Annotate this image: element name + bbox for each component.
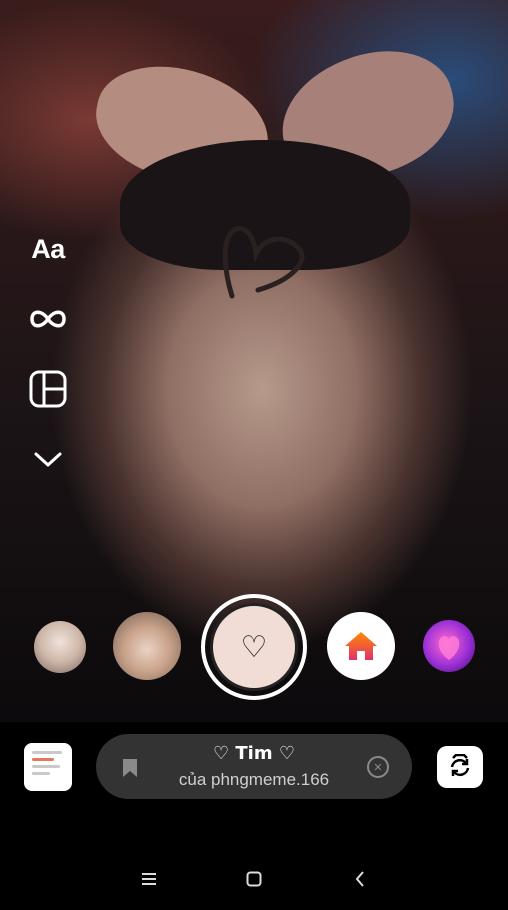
effect-info-pill[interactable]: ♡ Tim ♡ của phngmeme.166 ✕ — [96, 734, 412, 799]
close-icon: ✕ — [373, 760, 383, 774]
clear-effect-button[interactable]: ✕ — [367, 756, 389, 778]
recents-button[interactable] — [134, 864, 164, 894]
boomerang-button[interactable] — [27, 298, 69, 340]
selected-effect-preview: ♡ — [210, 603, 298, 691]
home-nav-button[interactable] — [239, 864, 269, 894]
text-tool-label: Aa — [31, 233, 65, 264]
thumb-line — [32, 758, 54, 761]
creation-tools: Aa — [27, 228, 69, 508]
effect-thumbnail[interactable] — [113, 612, 181, 680]
effects-carousel: ♡ — [0, 592, 508, 700]
thumb-line — [32, 772, 50, 775]
effect-thumbnail[interactable] — [34, 621, 86, 673]
thumb-line — [32, 765, 60, 768]
heart-icon: ♡ — [240, 629, 268, 665]
layout-button[interactable] — [27, 368, 69, 410]
capture-button[interactable]: ♡ — [201, 594, 307, 700]
flip-camera-icon — [450, 754, 470, 777]
home-icon — [345, 632, 377, 660]
hearts-icon — [438, 636, 460, 660]
chevron-down-icon — [34, 452, 62, 467]
gallery-button[interactable] — [24, 743, 72, 791]
back-button[interactable] — [345, 864, 375, 894]
effect-creator: của phngmeme.166 — [178, 770, 330, 789]
square-icon — [246, 871, 262, 887]
layout-icon — [29, 370, 67, 408]
system-nav-bar — [0, 846, 508, 910]
bottom-bar: ♡ Tim ♡ của phngmeme.166 ✕ — [0, 722, 508, 910]
back-arrow-icon — [355, 871, 364, 887]
menu-icon — [142, 873, 156, 885]
thumb-line — [32, 751, 62, 754]
more-tools-button[interactable] — [27, 438, 69, 480]
flip-camera-button[interactable] — [437, 746, 483, 788]
effect-thumbnail[interactable] — [327, 612, 395, 680]
heart-effect-overlay — [222, 225, 305, 299]
effect-thumbnail[interactable] — [423, 620, 475, 672]
infinity-icon — [30, 310, 66, 328]
text-tool-button[interactable]: Aa — [27, 228, 69, 270]
camera-viewfinder[interactable]: Aa ♡ — [0, 0, 508, 722]
effect-name: ♡ Tim ♡ — [212, 743, 295, 764]
